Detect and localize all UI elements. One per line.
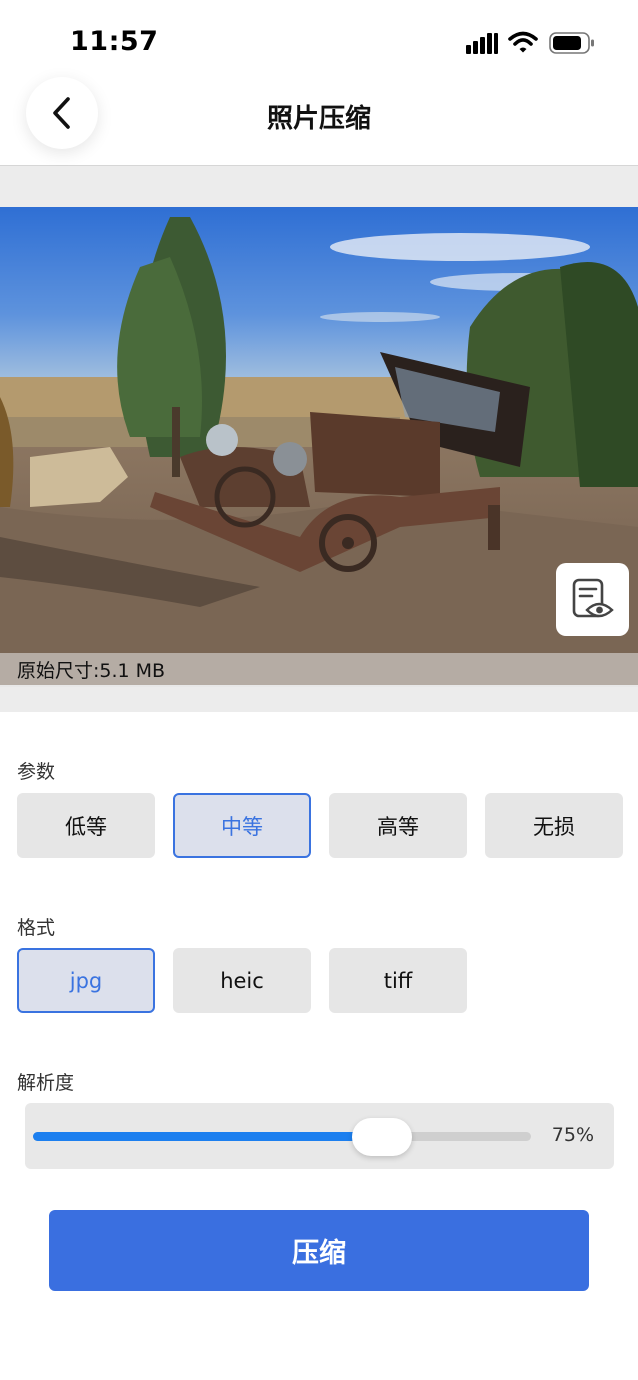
param-option-low[interactable]: 低等 <box>17 793 155 858</box>
original-size-label: 原始尺寸:5.1 MB <box>17 660 166 682</box>
resolution-label: 解析度 <box>17 1072 75 1094</box>
params-label: 参数 <box>17 761 56 783</box>
format-option-heic[interactable]: heic <box>173 948 311 1013</box>
original-size-overlay: 原始尺寸:5.1 MB <box>0 653 638 687</box>
resolution-slider-container: 75% <box>25 1103 614 1169</box>
param-option-high[interactable]: 高等 <box>329 793 467 858</box>
resolution-slider[interactable] <box>33 1118 531 1156</box>
page-title: 照片压缩 <box>266 104 371 134</box>
image-preview-area: 原始尺寸:5.1 MB <box>0 166 638 712</box>
cellular-signal-icon <box>466 32 500 54</box>
resolution-value: 75% <box>551 1124 594 1146</box>
format-label: 格式 <box>17 917 56 939</box>
format-option-tiff[interactable]: tiff <box>329 948 467 1013</box>
status-time: 11:57 <box>70 26 159 57</box>
resolution-slider-fill <box>33 1132 382 1141</box>
battery-icon <box>549 32 594 54</box>
preview-details-button[interactable] <box>556 563 629 636</box>
navigation-bar: 照片压缩 <box>0 70 638 166</box>
document-eye-icon <box>572 578 614 617</box>
param-option-lossless[interactable]: 无损 <box>485 793 623 858</box>
param-option-medium[interactable]: 中等 <box>173 793 311 858</box>
format-option-jpg[interactable]: jpg <box>17 948 155 1013</box>
resolution-slider-thumb[interactable] <box>352 1118 412 1156</box>
photo-preview <box>0 207 638 685</box>
wifi-icon <box>508 31 538 53</box>
compress-button[interactable]: 压缩 <box>49 1210 589 1291</box>
status-bar: 11:57 <box>0 0 638 80</box>
